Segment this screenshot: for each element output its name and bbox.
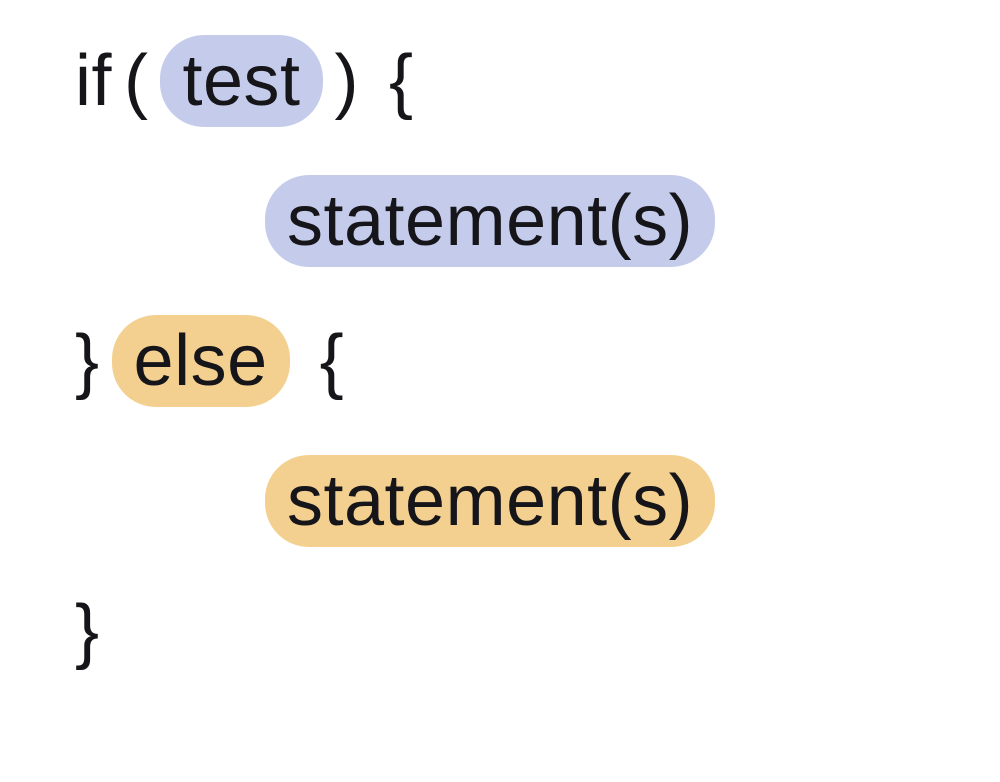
if-keyword: if <box>75 45 112 117</box>
code-line-1: if ( test ) { <box>75 35 925 127</box>
close-brace: } <box>75 595 100 667</box>
test-pill: test <box>160 35 322 127</box>
code-line-2: statement(s) <box>75 175 925 267</box>
code-line-3: } else { <box>75 315 925 407</box>
close-paren: ) <box>335 45 359 117</box>
else-statements-pill: statement(s) <box>265 455 715 547</box>
open-paren: ( <box>124 45 148 117</box>
if-statements-pill: statement(s) <box>265 175 715 267</box>
open-brace: { <box>389 45 414 117</box>
code-line-5: } <box>75 595 925 667</box>
else-pill: else <box>112 315 290 407</box>
open-brace: { <box>320 325 345 397</box>
code-line-4: statement(s) <box>75 455 925 547</box>
close-brace: } <box>75 325 100 397</box>
